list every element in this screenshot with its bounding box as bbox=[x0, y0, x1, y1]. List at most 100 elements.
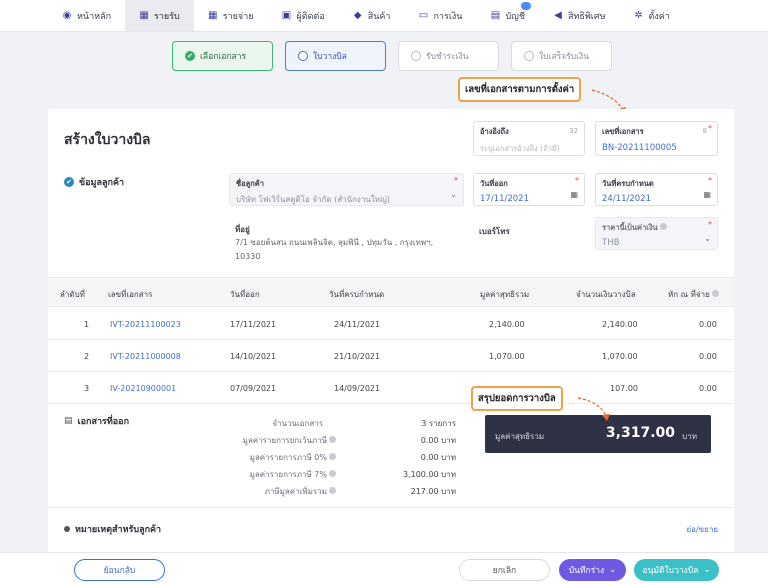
cell-doc-link[interactable]: IV-20210900001 bbox=[110, 384, 176, 393]
nav-item-income[interactable]: ▦ รายรับ bbox=[125, 0, 194, 31]
nav-label: รายจ่าย bbox=[222, 11, 254, 22]
nav-item-expenses[interactable]: ▦ รายจ่าย bbox=[194, 0, 268, 31]
due-date-field[interactable]: วันที่ครบกำหนด 24/11/2021 * ▦ bbox=[595, 173, 718, 206]
cell-bill-amount: 2,140.00 bbox=[602, 320, 638, 329]
step-select-documents[interactable]: ✔ เลือกเอกสาร bbox=[172, 41, 273, 71]
money-icon: ▭ bbox=[418, 9, 429, 21]
summary-label-text: มูลค่ารายการยกเว้นภาษี bbox=[242, 436, 327, 445]
wht-header-label: หัก ณ ที่จ่าย bbox=[668, 290, 710, 299]
address-line-2: 10330 bbox=[235, 252, 261, 261]
issue-date-field[interactable]: วันที่ออก 17/11/2021 * ▦ bbox=[473, 173, 585, 206]
required-marker: * bbox=[708, 176, 712, 185]
summary-label: ภาษีมูลค่าเพิ่มรวม bbox=[196, 485, 336, 498]
cell-wht: 0.00 bbox=[699, 384, 717, 393]
cell-net: 2,140.00 bbox=[489, 320, 525, 329]
check-circle-icon: ✔ bbox=[64, 177, 74, 187]
char-counter: 32 bbox=[569, 127, 578, 135]
nav-item-settings[interactable]: ✲ ตั้งค่า bbox=[620, 0, 684, 31]
cell-doc-link[interactable]: IVT-20211000008 bbox=[110, 352, 181, 361]
table-row: 1 IVT-20211100023 17/11/2021 24/11/2021 … bbox=[48, 308, 734, 340]
billing-note-form: สร้างใบวางบิล อ้างอิงถึง ระบุเอกสารอ้างอ… bbox=[48, 109, 734, 559]
chart-icon: ▦ bbox=[139, 9, 149, 21]
required-marker: * bbox=[454, 176, 458, 185]
chart-icon: ▦ bbox=[208, 9, 218, 21]
price-type-value: THB bbox=[602, 238, 620, 248]
help-icon[interactable] bbox=[659, 223, 667, 230]
chevron-down-icon: ⌄ bbox=[450, 190, 457, 199]
step-label: เลือกเอกสาร bbox=[200, 52, 247, 62]
chevron-down-icon: ⌄ bbox=[703, 565, 711, 575]
reference-field[interactable]: อ้างอิงถึง ระบุเอกสารอ้างอิง (ถ้ามี) 32 bbox=[473, 121, 585, 156]
box-icon: ◆ bbox=[353, 9, 362, 21]
contacts-icon: ▣ bbox=[281, 9, 292, 21]
nav-item-privileges[interactable]: ◀ สิทธิพิเศษ bbox=[539, 0, 620, 31]
field-label: ชื่อลูกค้า bbox=[236, 179, 264, 188]
calendar-icon[interactable]: ▦ bbox=[570, 190, 578, 199]
step-label: ใบวางบิล bbox=[313, 52, 347, 62]
section-label: หมายเหตุสำหรับลูกค้า bbox=[75, 525, 162, 535]
summary-label: จำนวนเอกสาร bbox=[272, 419, 323, 428]
help-icon[interactable] bbox=[329, 436, 336, 443]
cell-wht: 0.00 bbox=[699, 352, 717, 361]
approve-billing-button[interactable]: อนุมัติใบวางบิล ⌄ bbox=[634, 559, 719, 581]
callout-summary: สรุปยอดการวางบิล bbox=[471, 386, 563, 411]
help-icon[interactable] bbox=[329, 487, 336, 494]
col-header: มูลค่าสุทธิรวม bbox=[480, 290, 530, 299]
gear-icon: ✲ bbox=[634, 9, 643, 21]
price-type-select[interactable]: ราคานี้เป็นค่าเงิน THB * ⌄ bbox=[595, 217, 718, 250]
cell-issue-date: 07/09/2021 bbox=[230, 384, 277, 393]
reference-input[interactable]: ระบุเอกสารอ้างอิง (ถ้ามี) bbox=[480, 143, 578, 155]
help-icon[interactable] bbox=[329, 470, 336, 477]
issue-date-input[interactable]: 17/11/2021 bbox=[480, 194, 578, 204]
summary-label-text: มูลค่ารายการภาษี 7% bbox=[249, 470, 327, 479]
due-date-input[interactable]: 24/11/2021 bbox=[602, 194, 711, 204]
phone-label: เบอร์โทร bbox=[479, 227, 510, 236]
issued-docs-title: ▤ เอกสารที่ออก bbox=[64, 414, 129, 428]
nav-item-contacts[interactable]: ▣ ผู้ติดต่อ bbox=[268, 0, 339, 31]
required-marker: * bbox=[575, 176, 579, 185]
summary-label: มูลค่ารายการยกเว้นภาษี bbox=[196, 434, 336, 447]
progress-stepper: ✔ เลือกเอกสาร ใบวางบิล รับชำระเงิน ใบเสร็… bbox=[172, 41, 612, 71]
calendar-icon[interactable]: ▦ bbox=[703, 190, 711, 199]
cell-doc-link[interactable]: IVT-20211100023 bbox=[110, 320, 181, 329]
nav-item-products[interactable]: ◆ สินค้า bbox=[339, 0, 405, 31]
save-draft-label: บันทึกร่าง bbox=[568, 566, 605, 576]
cell-due-date: 14/09/2021 bbox=[334, 384, 381, 393]
bullet-icon bbox=[64, 526, 70, 532]
summary-label: มูลค่ารายการภาษี 7% bbox=[196, 468, 336, 481]
document-icon: ▤ bbox=[64, 416, 73, 426]
field-label: ราคานี้เป็นค่าเงิน bbox=[602, 222, 711, 234]
nav-item-accounting[interactable]: ▤ บัญชี bbox=[476, 0, 539, 31]
step-receipt[interactable]: ใบเสร็จรับเงิน bbox=[511, 41, 612, 71]
help-icon[interactable] bbox=[711, 290, 719, 297]
remarks-toggle-link[interactable]: ย่อ/ขยาย bbox=[686, 523, 718, 536]
save-draft-button[interactable]: บันทึกร่าง ⌄ bbox=[559, 559, 626, 581]
customer-select[interactable]: ชื่อลูกค้า บริษัท โฟเวิร์นสตูดิโอ จำกัด … bbox=[229, 173, 464, 206]
check-icon: ✔ bbox=[185, 51, 195, 61]
summary-label-text: มูลค่ารายการภาษี 0% bbox=[249, 453, 327, 462]
col-header: ลำดับที่ bbox=[60, 290, 85, 299]
table-row: 2 IVT-20211000008 14/10/2021 21/10/2021 … bbox=[48, 340, 734, 372]
chevron-down-icon: ⌄ bbox=[704, 234, 711, 243]
cancel-button[interactable]: ยกเลิก bbox=[459, 559, 550, 581]
cell-issue-date: 14/10/2021 bbox=[230, 352, 277, 361]
summary-value: 217.00 บาท bbox=[410, 487, 456, 496]
help-icon[interactable] bbox=[329, 453, 336, 460]
divider bbox=[48, 507, 734, 508]
col-header: วันที่ครบกำหนด bbox=[329, 290, 385, 299]
doc-number-input[interactable]: BN-20211100005 bbox=[602, 143, 711, 153]
palette-icon: ◉ bbox=[62, 9, 72, 21]
col-header: หัก ณ ที่จ่าย bbox=[668, 288, 719, 301]
nav-item-home[interactable]: ◉ หน้าหลัก bbox=[48, 0, 125, 31]
back-button[interactable]: ย้อนกลับ bbox=[74, 559, 165, 581]
table-header: ลำดับที่ เลขที่เอกสาร วันที่ออก วันที่คร… bbox=[48, 277, 734, 307]
nav-label: รายรับ bbox=[154, 11, 180, 22]
summary-value: 3 รายการ bbox=[421, 419, 456, 428]
step-receive-payment[interactable]: รับชำระเงิน bbox=[398, 41, 499, 71]
nav-item-finance[interactable]: ▭ การเงิน bbox=[404, 0, 476, 31]
step-billing-note[interactable]: ใบวางบิล bbox=[285, 41, 386, 71]
table-row: 3 IV-20210900001 07/09/2021 14/09/2021 1… bbox=[48, 372, 734, 404]
doc-number-field[interactable]: เลขที่เอกสาร BN-20211100005 8 * bbox=[595, 121, 718, 156]
field-label: วันที่ครบกำหนด bbox=[602, 179, 654, 188]
top-nav: ◉ หน้าหลัก ▦ รายรับ ▦ รายจ่าย ▣ ผู้ติดต่อ ◆ ส… bbox=[0, 0, 768, 32]
